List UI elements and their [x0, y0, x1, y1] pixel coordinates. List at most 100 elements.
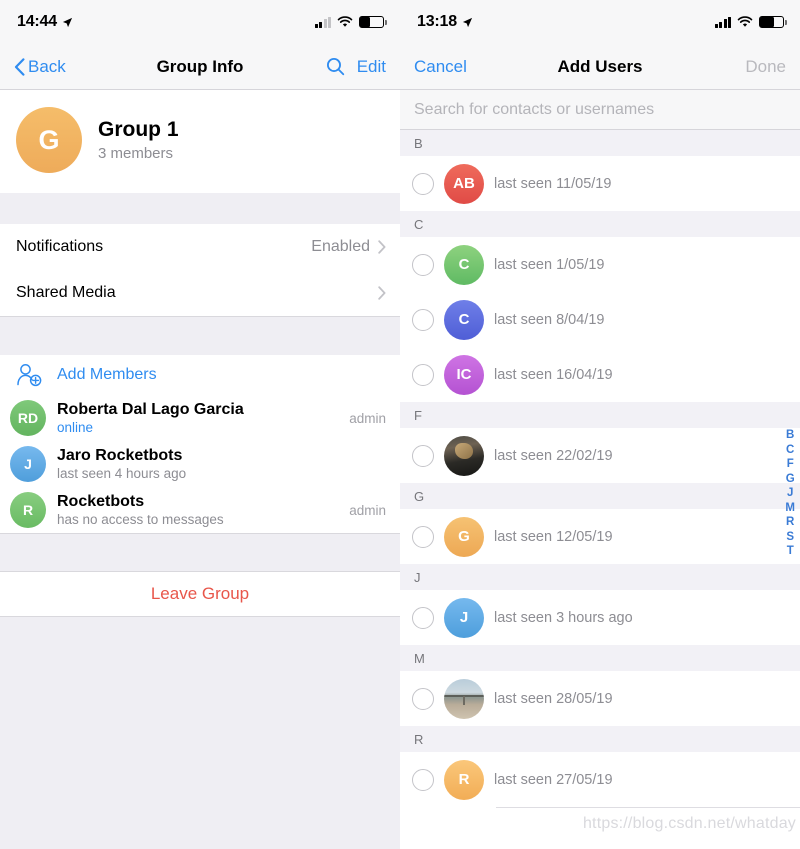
row-notifications[interactable]: Notifications Enabled: [0, 224, 400, 270]
members-list: RD Roberta Dal Lago Garcia online admin …: [0, 395, 400, 533]
battery-icon: [359, 16, 387, 28]
cancel-button[interactable]: Cancel: [414, 57, 467, 77]
alpha-index-item[interactable]: B: [786, 429, 794, 441]
edit-button[interactable]: Edit: [357, 57, 386, 77]
contact-row[interactable]: J last seen 3 hours ago: [400, 590, 800, 645]
group-name: Group 1: [98, 118, 179, 141]
nav-right-actions: Edit: [326, 57, 386, 77]
contact-text: last seen 1/05/19: [494, 257, 604, 273]
contact-checkbox[interactable]: [412, 687, 434, 710]
contact-status: last seen 3 hours ago: [494, 609, 633, 626]
nav-right-actions: Done: [745, 57, 786, 77]
alpha-index-item[interactable]: R: [786, 516, 794, 528]
group-members-count: 3 members: [98, 145, 174, 162]
member-row[interactable]: R Rocketbots has no access to messages a…: [0, 487, 400, 533]
add-members-label: Add Members: [57, 366, 157, 383]
wifi-icon: [737, 16, 753, 27]
contact-checkbox[interactable]: [412, 308, 434, 331]
contact-checkbox[interactable]: [412, 363, 434, 386]
contact-status: last seen 12/05/19: [494, 528, 613, 545]
contact-row[interactable]: C last seen 8/04/19: [400, 292, 800, 347]
watermark: https://blog.csdn.net/whatday: [582, 815, 796, 832]
contact-checkbox[interactable]: [412, 172, 434, 195]
status-bar-right: 13:18: [400, 0, 800, 44]
contact-text: last seen 22/02/19: [494, 448, 613, 464]
contact-row[interactable]: last seen 28/05/19: [400, 671, 800, 726]
contact-checkbox[interactable]: [412, 768, 434, 791]
section-gap-2: [0, 316, 400, 355]
contact-row[interactable]: G last seen 12/05/19: [400, 509, 800, 564]
contact-row[interactable]: last seen 22/02/19: [400, 428, 800, 483]
avatar: C: [444, 299, 484, 340]
contact-text: last seen 11/05/19: [494, 176, 611, 192]
section-header: M: [400, 645, 800, 671]
location-arrow-icon: [62, 17, 73, 27]
done-button[interactable]: Done: [745, 57, 786, 77]
section-header: C: [400, 211, 800, 237]
alpha-index-item[interactable]: C: [786, 444, 794, 456]
contact-checkbox[interactable]: [412, 253, 434, 276]
alpha-index-item[interactable]: J: [787, 487, 793, 499]
contact-text: last seen 27/05/19: [494, 772, 613, 788]
leave-group-button[interactable]: Leave Group: [0, 571, 400, 617]
status-time: 13:18: [417, 13, 457, 30]
contact-status: last seen 8/04/19: [494, 311, 605, 328]
section-header: F: [400, 402, 800, 428]
alpha-index-item[interactable]: S: [786, 531, 794, 543]
nav-bar-group-info: Back Group Info Edit: [0, 44, 400, 90]
member-row[interactable]: J Jaro Rocketbots last seen 4 hours ago: [0, 441, 400, 487]
nav-bar-add-users: Cancel Add Users Done: [400, 44, 800, 90]
row-shared-media[interactable]: Shared Media: [0, 270, 400, 316]
avatar: IC: [444, 354, 484, 395]
group-header[interactable]: G Group 1 3 members: [0, 90, 400, 193]
notifications-value: Enabled: [311, 238, 370, 255]
section-gap-3: [0, 533, 400, 571]
alpha-index-item[interactable]: T: [787, 545, 794, 557]
contact-checkbox[interactable]: [412, 525, 434, 548]
member-row[interactable]: RD Roberta Dal Lago Garcia online admin: [0, 395, 400, 441]
alpha-index-item[interactable]: F: [787, 458, 794, 470]
member-text: Jaro Rocketbots last seen 4 hours ago: [57, 447, 186, 481]
section-gap-1: [0, 193, 400, 224]
cancel-label: Cancel: [414, 56, 467, 76]
contacts-list: B AB last seen 11/05/19 C C last seen 1/…: [400, 130, 800, 807]
contact-row[interactable]: R last seen 27/05/19: [400, 752, 800, 807]
group-avatar: G: [16, 107, 82, 173]
alphabet-index[interactable]: B C F G J M R S T: [785, 429, 795, 557]
add-users-screen: 13:18 Cancel Add Users Done Search for c…: [400, 0, 800, 849]
contact-status: last seen 1/05/19: [494, 256, 605, 273]
avatar-photo: [444, 435, 484, 476]
back-button[interactable]: Back: [14, 57, 66, 77]
member-status: last seen 4 hours ago: [57, 466, 187, 481]
chevron-right-icon: [378, 240, 386, 254]
contact-text: last seen 28/05/19: [494, 691, 613, 707]
section-header: B: [400, 130, 800, 156]
status-bar-left: 14:44: [0, 0, 400, 44]
status-bar-right-group: [314, 16, 387, 28]
contact-row[interactable]: IC last seen 16/04/19: [400, 347, 800, 402]
search-icon[interactable]: [326, 57, 345, 76]
alpha-index-item[interactable]: G: [786, 473, 795, 485]
contact-status: last seen 28/05/19: [494, 690, 613, 707]
add-members-button[interactable]: Add Members: [0, 355, 400, 395]
leave-group-label: Leave Group: [150, 584, 250, 603]
member-status: has no access to messages: [57, 512, 224, 527]
back-label: Back: [28, 56, 66, 76]
contact-text: last seen 16/04/19: [494, 367, 613, 383]
contact-checkbox[interactable]: [412, 606, 434, 629]
alpha-index-item[interactable]: M: [785, 502, 795, 514]
avatar: R: [444, 759, 484, 800]
member-role-badge: admin: [349, 410, 386, 426]
contact-checkbox[interactable]: [412, 444, 434, 467]
contact-text: last seen 12/05/19: [494, 529, 613, 545]
section-header: R: [400, 726, 800, 752]
contact-row[interactable]: AB last seen 11/05/19: [400, 156, 800, 211]
contact-row[interactable]: C last seen 1/05/19: [400, 237, 800, 292]
search-input[interactable]: [414, 100, 786, 119]
member-text: Roberta Dal Lago Garcia online: [57, 401, 244, 435]
search-bar[interactable]: [400, 90, 800, 130]
member-status: online: [57, 420, 94, 435]
chevron-left-icon: [14, 57, 25, 76]
section-header: J: [400, 564, 800, 590]
section-header: G: [400, 483, 800, 509]
